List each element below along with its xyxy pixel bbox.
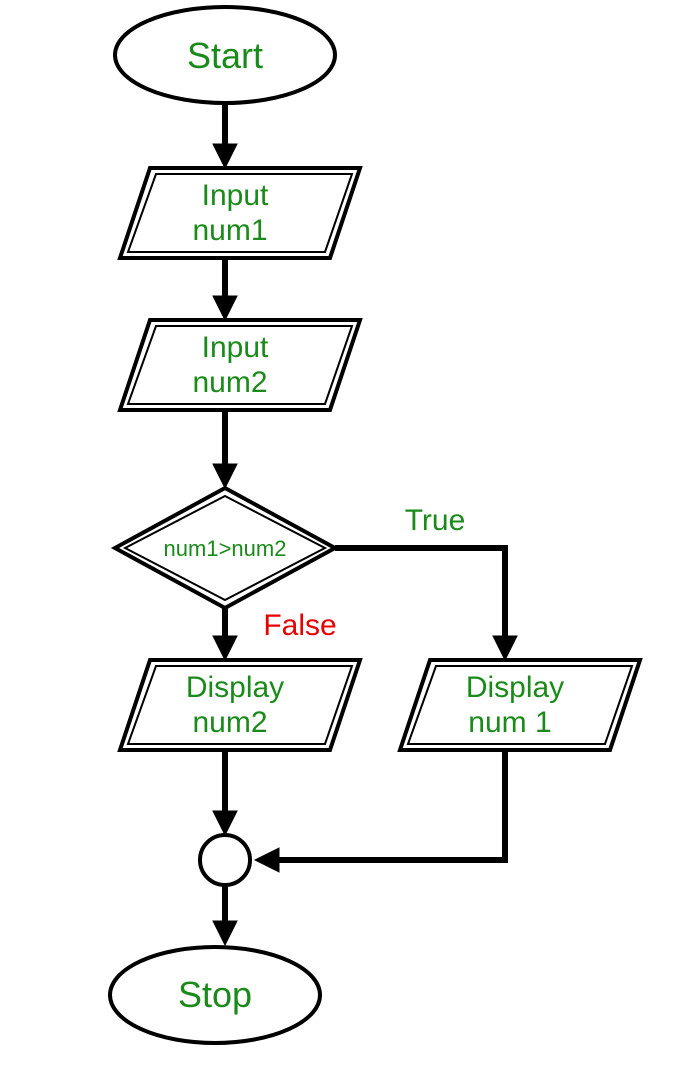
branch-true-label: True bbox=[405, 504, 466, 537]
arrow-displaynum1-to-connector bbox=[255, 750, 505, 872]
arrow-decision-true: True bbox=[335, 504, 517, 660]
connector-node bbox=[200, 835, 250, 885]
display-num1-node: Display num 1 bbox=[400, 660, 640, 750]
stop-node: Stop bbox=[110, 947, 320, 1043]
input1-line1: Input bbox=[202, 179, 269, 212]
display-false-line2: num2 bbox=[192, 706, 267, 739]
input-num2-node: Input num2 bbox=[120, 320, 360, 410]
input1-line2: num1 bbox=[192, 214, 267, 247]
arrow-input2-to-decision bbox=[213, 410, 237, 488]
stop-label: Stop bbox=[178, 974, 252, 1015]
branch-false-label: False bbox=[263, 609, 336, 642]
start-label: Start bbox=[187, 35, 263, 76]
decision-node: num1>num2 bbox=[115, 488, 335, 608]
decision-label: num1>num2 bbox=[164, 536, 287, 561]
display-true-line2: num 1 bbox=[468, 706, 551, 739]
arrow-displaynum2-to-connector bbox=[213, 750, 237, 835]
input2-line1: Input bbox=[202, 331, 269, 364]
arrow-start-to-input1 bbox=[213, 103, 237, 168]
display-true-line1: Display bbox=[466, 671, 564, 704]
display-num2-node: Display num2 bbox=[120, 660, 360, 750]
input-num1-node: Input num1 bbox=[120, 168, 360, 258]
display-false-line1: Display bbox=[186, 671, 284, 704]
arrow-input1-to-input2 bbox=[213, 258, 237, 320]
arrow-decision-false: False bbox=[213, 608, 337, 660]
arrow-connector-to-stop bbox=[213, 885, 237, 945]
input2-line2: num2 bbox=[192, 366, 267, 399]
start-node: Start bbox=[115, 7, 335, 103]
